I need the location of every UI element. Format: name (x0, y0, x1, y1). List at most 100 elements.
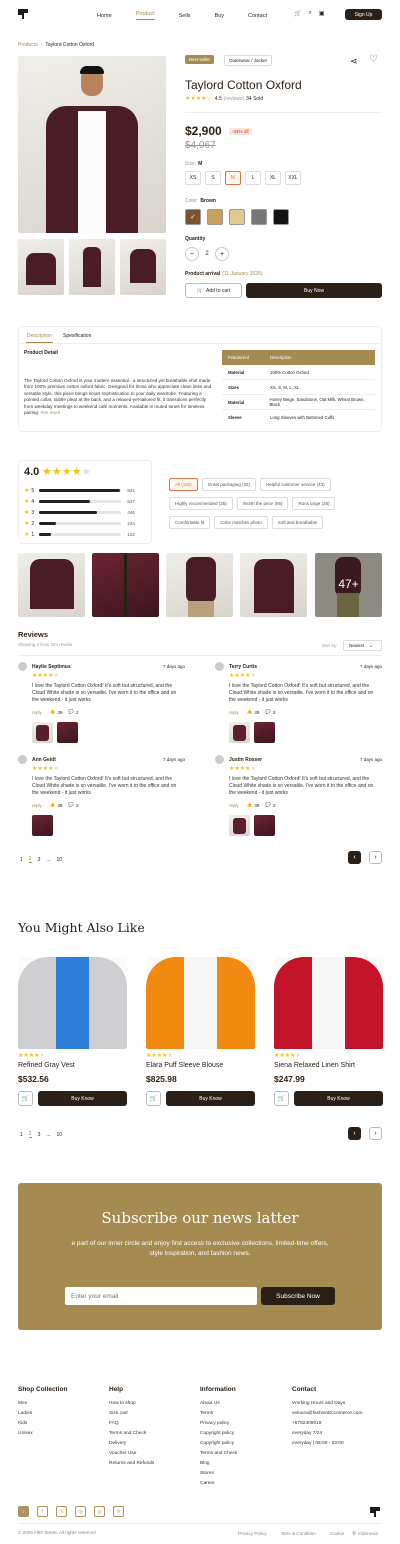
footer-link[interactable]: About Us (200, 1401, 237, 1406)
comment-icon[interactable]: 💬 (265, 802, 271, 808)
review-photo[interactable] (229, 815, 250, 836)
filter-chip[interactable]: Soft and breathable (271, 516, 324, 529)
share-icon[interactable]: ⋖ (350, 56, 358, 67)
prev-page-button[interactable]: ‹ (348, 1127, 361, 1140)
thumbnail-1[interactable] (18, 239, 64, 295)
add-to-cart-button[interactable]: 🛒 (146, 1091, 161, 1106)
qty-plus-button[interactable]: + (215, 247, 229, 261)
see-more-link[interactable]: See more (40, 410, 60, 415)
footer-link[interactable]: Ladies (18, 1411, 67, 1416)
footer-link[interactable]: Size cart (109, 1411, 154, 1416)
like-icon[interactable]: 👍 (247, 709, 253, 715)
email-input[interactable] (65, 1287, 257, 1305)
x-icon[interactable]: 𝕏 (56, 1506, 67, 1517)
subscribe-button[interactable]: Subscribe Now (261, 1287, 335, 1305)
bag-icon[interactable]: ▣ (319, 10, 325, 17)
page-number[interactable]: 10 (57, 857, 63, 863)
size-xl[interactable]: XL (265, 171, 281, 185)
logo[interactable] (18, 9, 28, 19)
footer-link[interactable]: everyday 7/24 (292, 1431, 362, 1436)
footer-link[interactable]: Unisex (18, 1431, 67, 1436)
footer-link[interactable]: How to shop (109, 1401, 154, 1406)
color-gray[interactable] (251, 209, 267, 225)
nav-sells[interactable]: Sells (179, 13, 191, 19)
add-to-cart-button[interactable]: 🛒 (18, 1091, 33, 1106)
nav-home[interactable]: Home (97, 13, 112, 19)
reply-link[interactable]: reply (32, 710, 42, 715)
page-number[interactable]: 3 (38, 1132, 41, 1138)
gallery-image[interactable] (18, 553, 85, 617)
pinterest-icon[interactable]: ℗ (113, 1506, 124, 1517)
tab-specification[interactable]: Spesification (63, 333, 91, 339)
product-card[interactable]: ★★★★★ Siena Relaxed Linen Shirt $247.99 … (274, 957, 383, 1106)
cart-icon[interactable]: 🛒 (294, 10, 301, 17)
footer-link[interactable]: Delivery (109, 1441, 154, 1446)
next-page-button[interactable]: › (369, 1127, 382, 1140)
review-photo[interactable] (32, 815, 53, 836)
comment-icon[interactable]: 💬 (68, 709, 74, 715)
product-card[interactable]: ★★★★★ Refined Gray Vest $532.56 🛒 Buy Kno… (18, 957, 127, 1106)
product-card[interactable]: ★★★★★ Elara Puff Sleeve Blouse $825.98 🛒… (146, 957, 255, 1106)
qty-value[interactable]: 2 (199, 251, 215, 257)
page-number[interactable]: 2 (28, 1131, 32, 1138)
gallery-more[interactable]: 47+ (315, 553, 382, 617)
filter-chip[interactable]: Color matches photo (214, 516, 268, 529)
product-card-name[interactable]: Siena Relaxed Linen Shirt (274, 1062, 383, 1069)
page-number[interactable]: 3 (38, 857, 41, 863)
language-select[interactable]: Indonesia (358, 1531, 378, 1536)
product-card-name[interactable]: Elara Puff Sleeve Blouse (146, 1062, 255, 1069)
page-number[interactable]: 1 (20, 1132, 23, 1138)
comment-icon[interactable]: 💬 (68, 802, 74, 808)
tab-description[interactable]: Description (26, 333, 54, 343)
add-to-cart-button[interactable]: 🛒 Add to cart (185, 283, 242, 298)
reply-link[interactable]: reply (229, 710, 239, 715)
footer-link[interactable]: Voucher Use (109, 1451, 154, 1456)
footer-link[interactable]: Privacy policy (200, 1421, 237, 1426)
page-number[interactable]: ... (46, 1132, 50, 1138)
page-number[interactable]: 2 (28, 856, 32, 863)
review-photo[interactable] (229, 722, 250, 743)
filter-chip[interactable]: Runs large (28) (292, 497, 336, 510)
nav-buy[interactable]: Buy (215, 13, 224, 19)
footer-link[interactable]: Men (18, 1401, 67, 1406)
footer-link[interactable]: Stores (200, 1471, 237, 1476)
footer-link[interactable]: Terms and Check (200, 1451, 237, 1456)
rating-bar-row[interactable]: ★ 2 234 (24, 520, 135, 528)
size-m[interactable]: M (225, 171, 241, 185)
facebook-icon[interactable]: f (37, 1506, 48, 1517)
product-card-image[interactable] (18, 957, 127, 1049)
footer-link[interactable]: Blog (200, 1461, 237, 1466)
review-photo[interactable] (32, 722, 53, 743)
filter-chip[interactable]: Worth the price (86) (236, 497, 289, 510)
size-xxl[interactable]: XXL (285, 171, 301, 185)
thumbnail-2[interactable] (69, 239, 115, 295)
size-s[interactable]: S (205, 171, 221, 185)
heart-icon[interactable]: ♡ (369, 54, 378, 65)
rating-reviews[interactable]: (reviews) (224, 96, 244, 102)
filter-chip[interactable]: Comfortable fit (169, 516, 211, 529)
rating-bar-row[interactable]: ★ 3 446 (24, 509, 135, 517)
footer-link[interactable]: +6782309019 (292, 1421, 362, 1426)
reply-link[interactable]: reply (229, 803, 239, 808)
terms-link[interactable]: Term & Condition (281, 1531, 316, 1536)
color-sand[interactable] (207, 209, 223, 225)
tiktok-icon[interactable]: ♪ (18, 1506, 29, 1517)
product-card-image[interactable] (274, 957, 383, 1049)
footer-link[interactable]: FAQ (109, 1421, 154, 1426)
filter-chip[interactable]: Great packaging (32) (201, 478, 257, 491)
buy-now-button[interactable]: Buy Now (246, 283, 382, 298)
rating-bar-row[interactable]: ★ 1 122 (24, 531, 135, 539)
product-card-image[interactable] (146, 957, 255, 1049)
rating-bar-row[interactable]: ★ 4 627 (24, 498, 135, 506)
instagram-icon[interactable]: ◎ (75, 1506, 86, 1517)
prev-page-button[interactable]: ‹ (348, 851, 361, 864)
footer-link[interactable]: Returns and Refunds (109, 1461, 154, 1466)
color-black[interactable] (273, 209, 289, 225)
sort-select[interactable]: Newest ⌄ (343, 640, 382, 651)
footer-link[interactable]: veloura@fashionEccomerce.com (292, 1411, 362, 1416)
add-to-cart-button[interactable]: 🛒 (274, 1091, 289, 1106)
footer-link[interactable]: Terms (200, 1411, 237, 1416)
buy-button[interactable]: Buy Know (166, 1091, 255, 1106)
filter-chip[interactable]: Highly recommended (35) (169, 497, 233, 510)
filter-chip[interactable]: All (180) (169, 478, 198, 491)
